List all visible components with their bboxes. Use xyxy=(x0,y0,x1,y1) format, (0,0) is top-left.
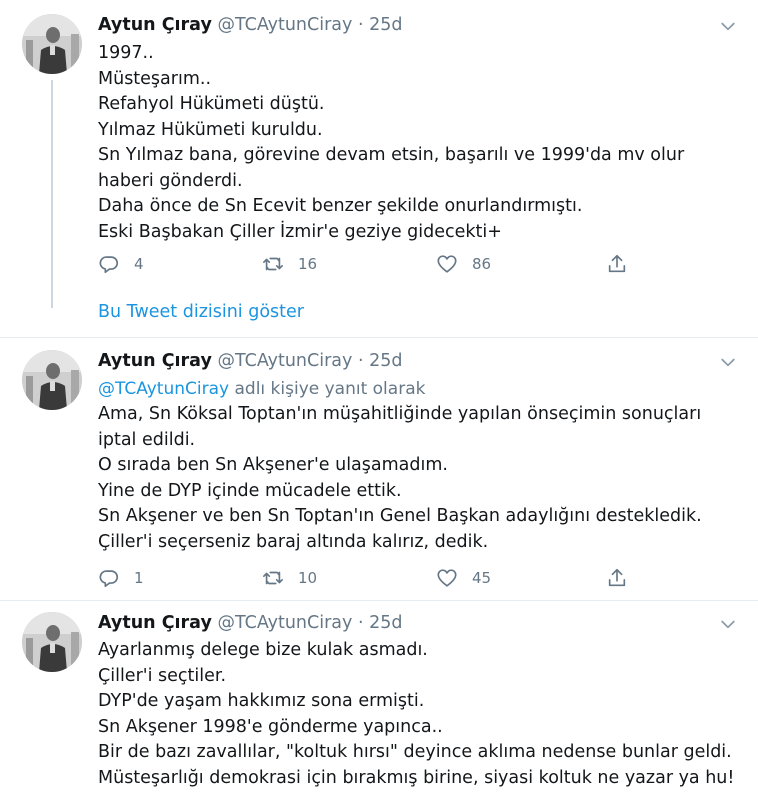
chevron-down-icon[interactable] xyxy=(718,16,738,36)
avatar[interactable] xyxy=(22,350,82,410)
tweet[interactable]: Aytun Çıray @TCAytunCiray · 25d @TCAytun… xyxy=(0,338,758,600)
share-button[interactable] xyxy=(606,566,628,590)
tweet-text-line: Çiller'i seçtiler. xyxy=(98,665,227,686)
retweet-count: 16 xyxy=(298,255,318,273)
author-name[interactable]: Aytun Çıray xyxy=(98,613,212,633)
reply-count: 1 xyxy=(134,569,144,587)
avatar-image xyxy=(22,612,82,672)
tweet-text-line: Ama, Sn Köksal Toptan'ın müşahitliğinde … xyxy=(98,404,702,450)
share-icon xyxy=(606,253,628,275)
tweet-timestamp[interactable]: 25d xyxy=(369,15,402,35)
chevron-down-icon[interactable] xyxy=(718,614,738,634)
tweet-text-line: DYP'de yaşam hakkımız sona ermişti. xyxy=(98,691,425,711)
header-separator: · xyxy=(357,613,364,633)
chevron-down-icon[interactable] xyxy=(718,352,738,372)
retweet-count: 10 xyxy=(298,569,318,587)
like-count: 86 xyxy=(472,255,492,273)
tweet-text-line: Sn Yılmaz bana, görevine devam etsin, ba… xyxy=(98,145,685,191)
like-button[interactable]: 86 xyxy=(436,252,491,276)
tweet-timestamp[interactable]: 25d xyxy=(369,613,402,633)
tweet-text-line: Sn Akşener 1998'e gönderme yapınca.. xyxy=(98,716,443,737)
retweet-button[interactable]: 16 xyxy=(262,252,317,276)
reply-context-text: adlı kişiye yanıt olarak xyxy=(234,379,426,399)
tweet-header: Aytun Çıray @TCAytunCiray · 25d xyxy=(98,348,403,374)
tweet[interactable]: Aytun Çıray @TCAytunCiray · 25d Ayarlanm… xyxy=(0,600,758,798)
retweet-icon xyxy=(262,567,284,589)
reply-icon xyxy=(98,567,120,589)
tweet-text-line: Eski Başbakan Çiller İzmir'e geziye gide… xyxy=(98,221,502,242)
show-thread-link[interactable]: Bu Tweet dizisini göster xyxy=(98,300,304,324)
reply-icon xyxy=(98,253,120,275)
author-name[interactable]: Aytun Çıray xyxy=(98,351,212,371)
tweet-text-line: Bir de bazı zavallılar, "koltuk hırsı" d… xyxy=(98,742,732,762)
tweet-text-line: O sırada ben Sn Akşener'e ulaşamadım. xyxy=(98,455,448,475)
tweet-timeline: Aytun Çıray @TCAytunCiray · 25d 1997.. M… xyxy=(0,0,758,798)
avatar-image xyxy=(22,350,82,410)
like-count: 45 xyxy=(472,569,492,587)
tweet-text-line: Müsteşarlığı demokrasi için bırakmış bir… xyxy=(98,767,735,788)
retweet-icon xyxy=(262,253,284,275)
author-handle[interactable]: @TCAytunCiray xyxy=(217,351,352,371)
tweet-text-line: Müsteşarım.. xyxy=(98,68,212,89)
tweet-text-line: Daha önce de Sn Ecevit benzer şekilde on… xyxy=(98,196,583,216)
tweet-actions: 1 10 45 xyxy=(98,566,658,590)
tweet-actions: 4 16 86 xyxy=(98,252,658,276)
like-button[interactable]: 45 xyxy=(436,566,491,590)
tweet[interactable]: Aytun Çıray @TCAytunCiray · 25d 1997.. M… xyxy=(0,0,758,322)
tweet-timestamp[interactable]: 25d xyxy=(369,351,402,371)
author-name[interactable]: Aytun Çıray xyxy=(98,15,212,35)
tweet-text-line: Çiller'i seçerseniz baraj altında kalırı… xyxy=(98,531,489,552)
heart-icon xyxy=(436,567,458,589)
header-separator: · xyxy=(357,15,364,35)
share-icon xyxy=(606,567,628,589)
tweet-text-line: Sn Akşener ve ben Sn Toptan'ın Genel Baş… xyxy=(98,506,702,526)
avatar-image xyxy=(22,14,82,74)
reply-count: 4 xyxy=(134,255,144,273)
author-handle[interactable]: @TCAytunCiray xyxy=(217,613,352,633)
share-button[interactable] xyxy=(606,252,628,276)
tweet-text: Ama, Sn Köksal Toptan'ın müşahitliğinde … xyxy=(98,402,708,555)
avatar[interactable] xyxy=(22,14,82,74)
tweet-text-line: 1997.. xyxy=(98,43,154,63)
reply-mention-link[interactable]: @TCAytunCiray xyxy=(98,379,229,399)
author-handle[interactable]: @TCAytunCiray xyxy=(217,15,352,35)
tweet-text-line: Refahyol Hükümeti düştü. xyxy=(98,94,325,114)
reply-context: @TCAytunCiray adlı kişiye yanıt olarak xyxy=(98,376,425,402)
heart-icon xyxy=(436,253,458,275)
tweet-text-line: Ayarlanmış delege bize kulak asmadı. xyxy=(98,640,428,660)
tweet-header: Aytun Çıray @TCAytunCiray · 25d xyxy=(98,12,403,38)
reply-button[interactable]: 4 xyxy=(98,252,144,276)
tweet-text-line: Yılmaz Hükümeti kuruldu. xyxy=(98,119,323,140)
tweet-text-line: Yine de DYP içinde mücadele ettik. xyxy=(98,480,402,501)
tweet-text: Ayarlanmış delege bize kulak asmadı. Çil… xyxy=(98,638,735,791)
tweet-header: Aytun Çıray @TCAytunCiray · 25d xyxy=(98,610,403,636)
tweet-text: 1997.. Müsteşarım.. Refahyol Hükümeti dü… xyxy=(98,41,708,245)
thread-connector-line xyxy=(51,80,53,308)
avatar[interactable] xyxy=(22,612,82,672)
reply-button[interactable]: 1 xyxy=(98,566,144,590)
retweet-button[interactable]: 10 xyxy=(262,566,317,590)
header-separator: · xyxy=(357,351,364,371)
